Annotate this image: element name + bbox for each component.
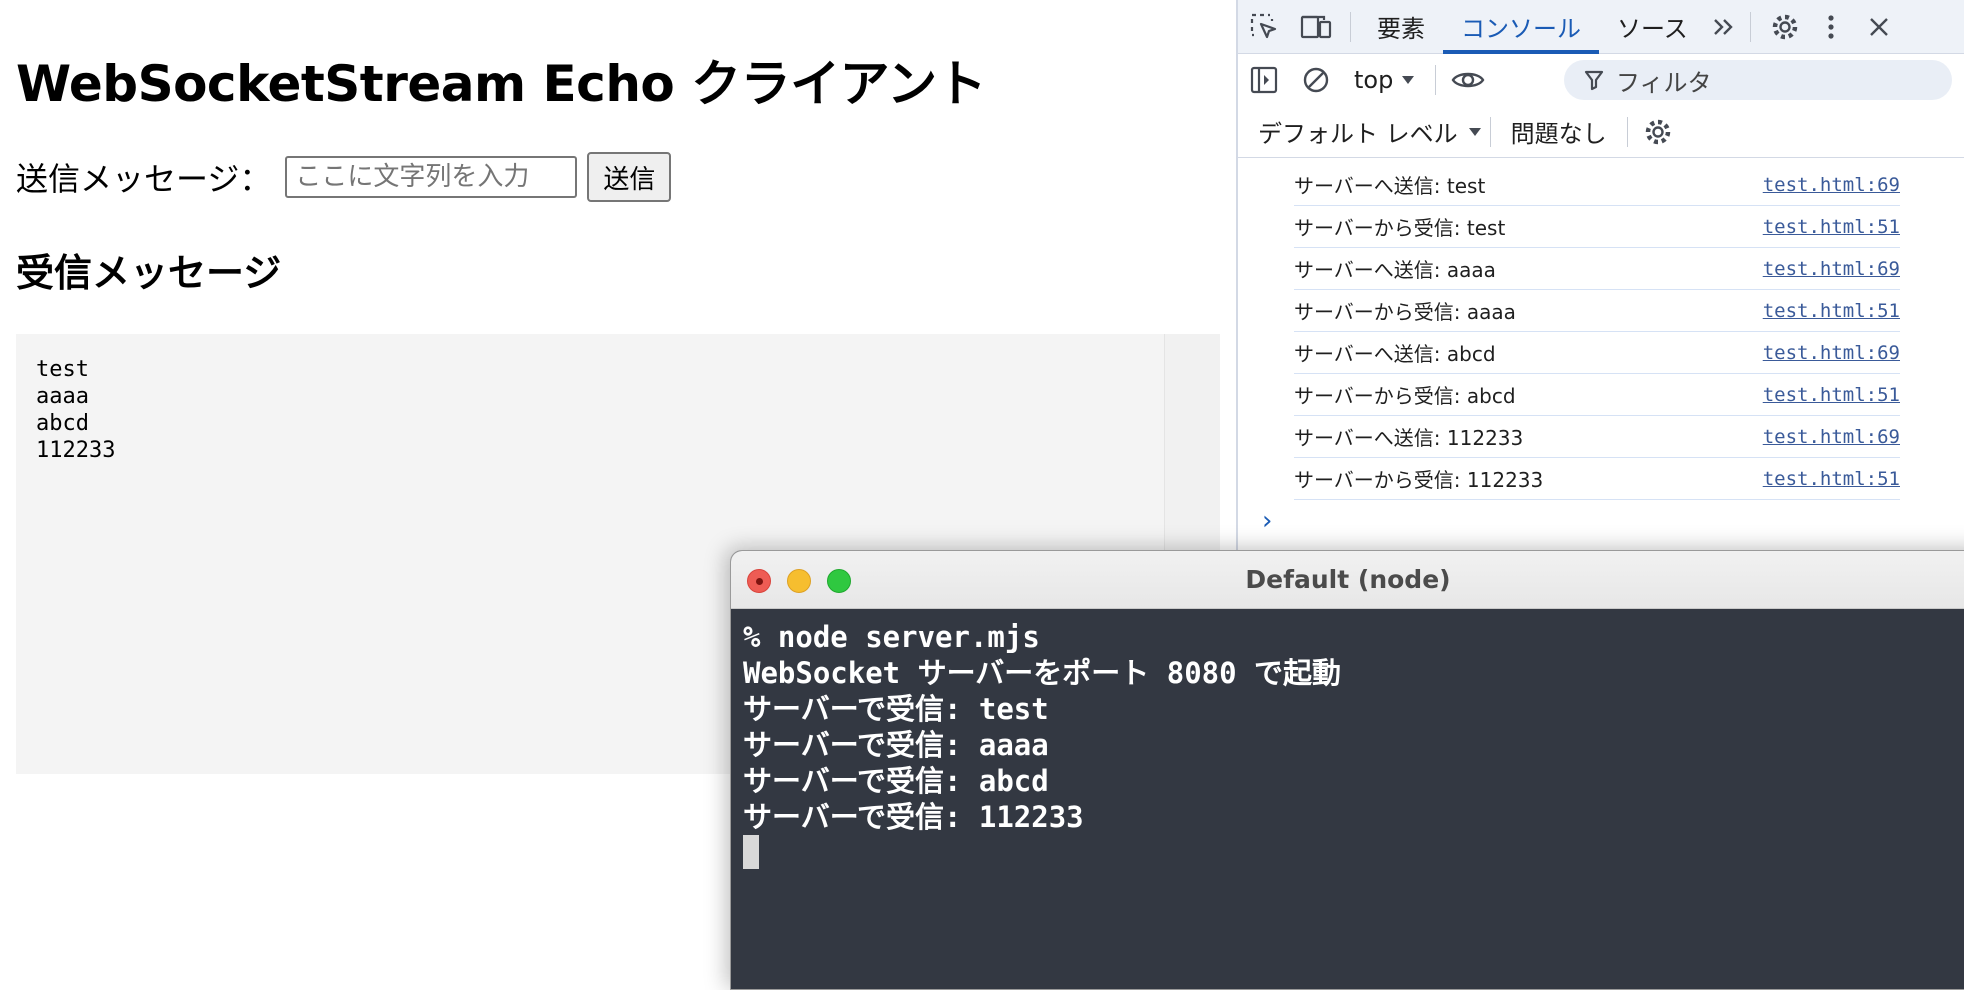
toolbar-separator <box>1626 116 1628 147</box>
console-source-link[interactable]: test.html:69 <box>1763 174 1900 196</box>
log-level-value: デフォルト レベル <box>1258 120 1458 148</box>
console-message: サーバーから受信: test <box>1294 216 1506 240</box>
console-source-link[interactable]: test.html:69 <box>1763 258 1900 280</box>
filter-placeholder: フィルタ <box>1616 68 1712 97</box>
console-row: サーバーから受信: test test.html:51 <box>1294 206 1900 248</box>
filter-icon <box>1584 70 1604 91</box>
terminal-cursor-line <box>743 835 1341 871</box>
send-label: 送信メッセージ： <box>16 160 272 198</box>
console-source-link[interactable]: test.html:51 <box>1763 300 1900 322</box>
console-message: サーバーから受信: 112233 <box>1294 468 1544 492</box>
chevron-down-icon <box>1468 127 1481 136</box>
settings-gear-icon[interactable] <box>1759 0 1811 54</box>
console-row: サーバーから受信: aaaa test.html:51 <box>1294 290 1900 332</box>
console-settings-gear-icon[interactable] <box>1636 105 1680 159</box>
clear-console-icon[interactable] <box>1290 53 1342 107</box>
console-message: サーバーから受信: abcd <box>1294 384 1516 408</box>
context-value: top <box>1354 66 1394 94</box>
console-message: サーバーへ送信: 112233 <box>1294 426 1524 450</box>
console-messages: サーバーへ送信: test test.html:69 サーバーから受信: test t… <box>1294 164 1900 500</box>
tabbar-separator <box>1749 11 1751 42</box>
terminal-line: サーバーで受信: test <box>743 692 1049 726</box>
kebab-menu-icon[interactable] <box>1811 0 1851 54</box>
device-toolbar-icon[interactable] <box>1290 0 1342 54</box>
log-level-select[interactable]: デフォルト レベル <box>1238 114 1482 149</box>
console-row: サーバーから受信: 112233 test.html:51 <box>1294 458 1900 500</box>
console-message: サーバーから受信: aaaa <box>1294 300 1516 324</box>
toolbar-separator <box>1435 65 1437 95</box>
chevron-down-icon <box>1402 76 1415 84</box>
toolbar-separator <box>1489 116 1491 147</box>
received-message: test <box>36 357 89 382</box>
console-row: サーバーへ送信: test test.html:69 <box>1294 164 1900 206</box>
console-source-link[interactable]: test.html:51 <box>1763 384 1900 406</box>
received-heading: 受信メッセージ <box>16 251 282 295</box>
console-message: サーバーへ送信: test <box>1294 174 1486 198</box>
tab-elements[interactable]: 要素 <box>1359 0 1443 54</box>
send-row: 送信メッセージ： 送信 <box>16 152 672 202</box>
console-row: サーバーから受信: abcd test.html:51 <box>1294 374 1900 416</box>
console-row: サーバーへ送信: abcd test.html:69 <box>1294 332 1900 374</box>
send-button[interactable]: 送信 <box>587 152 672 202</box>
tabbar-separator <box>1350 11 1351 42</box>
console-row: サーバーへ送信: 112233 test.html:69 <box>1294 416 1900 458</box>
console-source-link[interactable]: test.html:51 <box>1763 216 1900 238</box>
close-devtools-icon[interactable] <box>1851 0 1907 54</box>
issues-counter[interactable]: 問題なし <box>1499 114 1619 149</box>
message-input[interactable] <box>285 156 578 198</box>
console-row: サーバーへ送信: aaaa test.html:69 <box>1294 248 1900 290</box>
terminal-titlebar[interactable]: Default (node) <box>731 551 1964 609</box>
console-prompt-icon[interactable]: › <box>1262 506 1272 536</box>
tab-sources[interactable]: ソース <box>1599 0 1706 54</box>
terminal-line: WebSocket サーバーをポート 8080 で起動 <box>743 656 1342 690</box>
page-title: WebSocketStream Echo クライアント <box>16 55 987 113</box>
terminal-window: Default (node) % node server.mjs WebSocke… <box>730 550 1964 990</box>
received-message: aaaa <box>36 384 89 409</box>
live-expression-eye-icon[interactable] <box>1444 53 1492 107</box>
received-message: abcd <box>36 411 89 436</box>
more-tabs-icon[interactable] <box>1706 0 1742 54</box>
terminal-line: サーバーで受信: 112233 <box>743 800 1084 834</box>
terminal-output[interactable]: % node server.mjs WebSocket サーバーをポート 8080… <box>743 619 1341 871</box>
tab-console[interactable]: コンソール <box>1443 0 1599 54</box>
sidebar-toggle-icon[interactable] <box>1238 53 1290 107</box>
terminal-line: % node server.mjs <box>743 620 1040 654</box>
received-messages-list: test aaaa abcd 112233 <box>36 356 115 464</box>
devtools-tabbar: 要素 コンソール ソース <box>1238 0 1964 54</box>
console-source-link[interactable]: test.html:69 <box>1763 426 1900 448</box>
console-message: サーバーへ送信: aaaa <box>1294 258 1496 282</box>
context-select[interactable]: top <box>1342 66 1427 94</box>
console-source-link[interactable]: test.html:69 <box>1763 342 1900 364</box>
console-source-link[interactable]: test.html:51 <box>1763 468 1900 490</box>
terminal-cursor <box>743 835 759 869</box>
console-toolbar-secondary: デフォルト レベル 問題なし <box>1238 106 1964 158</box>
console-toolbar: top フィルタ <box>1238 54 1964 106</box>
terminal-line: サーバーで受信: aaaa <box>743 728 1049 762</box>
inspect-element-icon[interactable] <box>1238 0 1290 54</box>
terminal-line: サーバーで受信: abcd <box>743 764 1049 798</box>
console-message: サーバーへ送信: abcd <box>1294 342 1496 366</box>
filter-input[interactable]: フィルタ <box>1564 60 1952 100</box>
received-message: 112233 <box>36 438 116 463</box>
terminal-title: Default (node) <box>1245 565 1451 594</box>
